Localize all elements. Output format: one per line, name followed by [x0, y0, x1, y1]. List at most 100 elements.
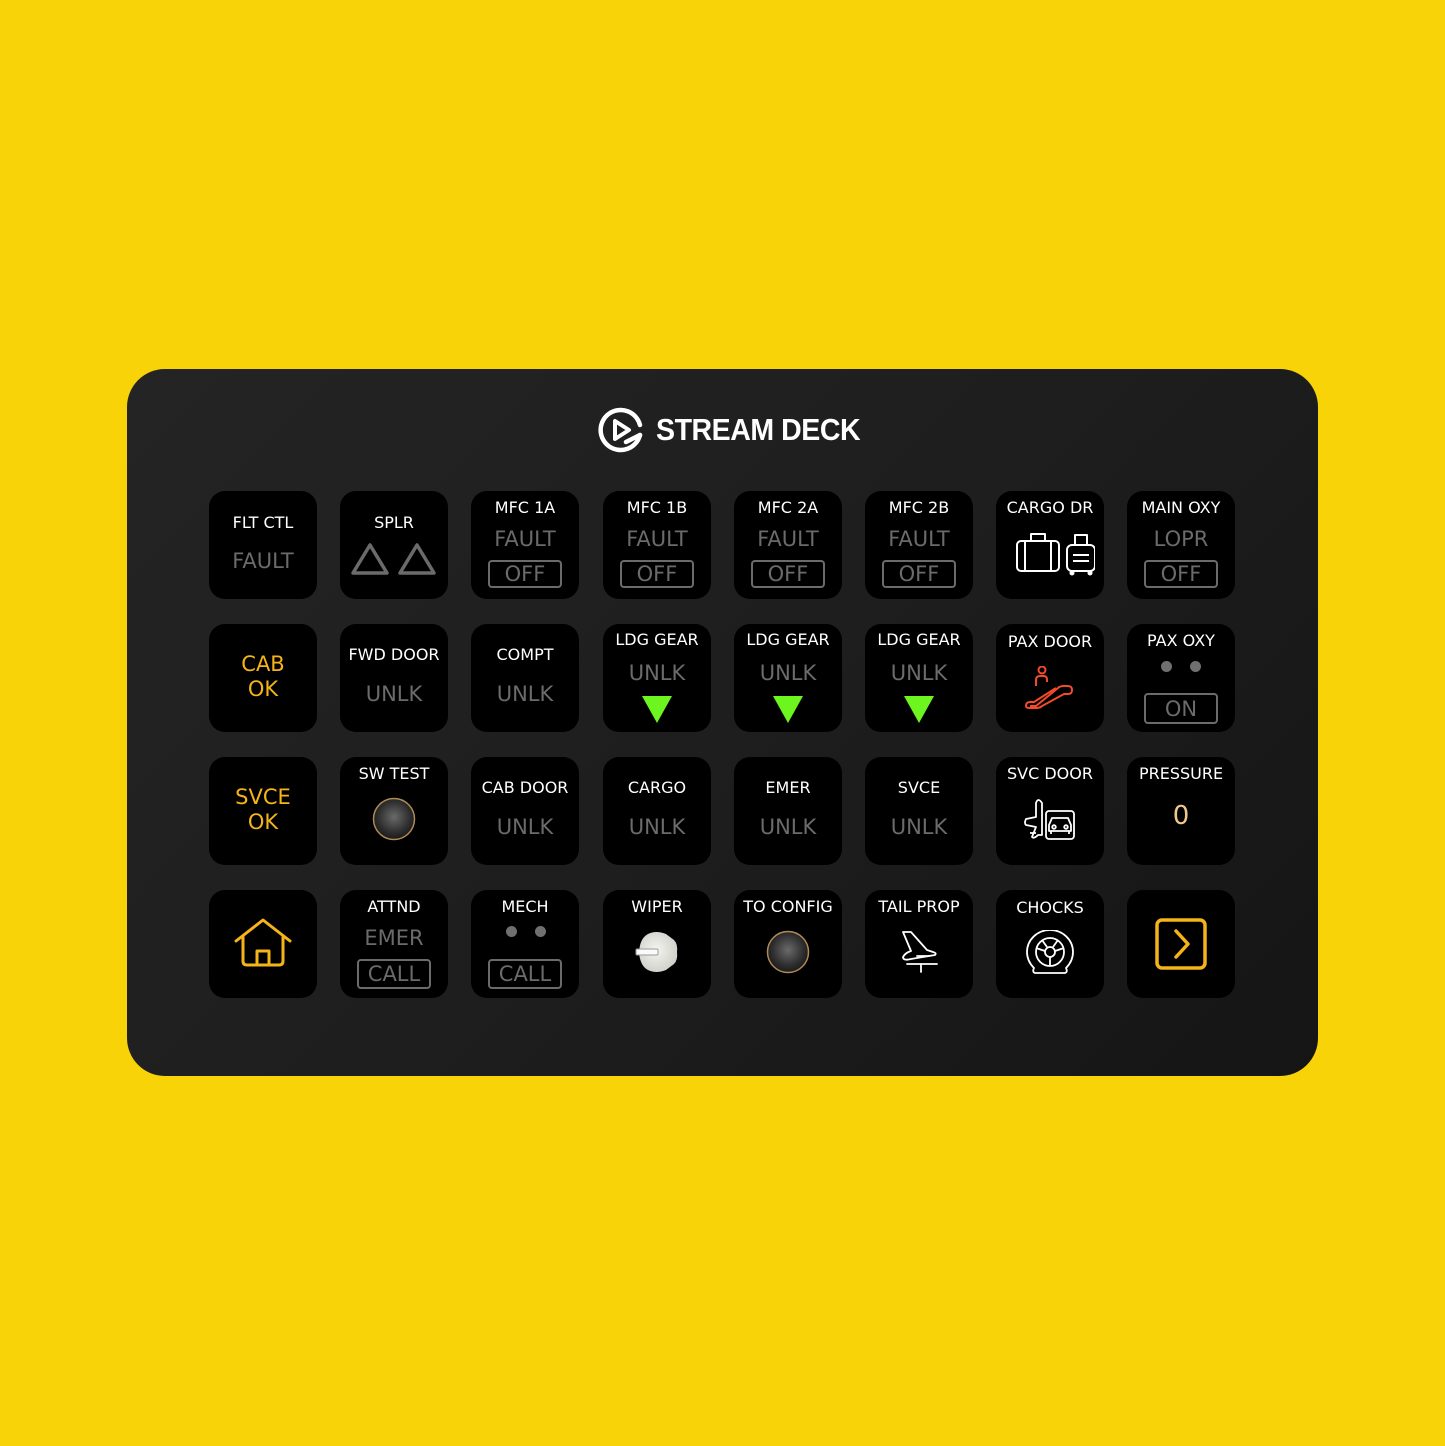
key-line1: CAB: [241, 652, 285, 676]
push-button-icon: [766, 930, 810, 974]
key-status: FAULT: [494, 527, 556, 551]
key-mfc-2a[interactable]: MFC 2A FAULT OFF: [734, 491, 842, 599]
key-title: LDG GEAR: [877, 630, 961, 649]
rotary-knob-icon: [635, 932, 678, 972]
key-mfc-2b[interactable]: MFC 2B FAULT OFF: [865, 491, 973, 599]
home-icon: [234, 918, 292, 967]
gear-down-arrow-icon: [642, 696, 672, 723]
key-title: MFC 1B: [626, 498, 688, 517]
tail-icon: [902, 931, 938, 973]
key-status: UNLK: [759, 815, 817, 839]
key-emer[interactable]: EMER UNLK: [734, 757, 842, 865]
key-title: LDG GEAR: [615, 630, 699, 649]
gear-down-arrow-icon: [773, 696, 803, 723]
key-title: COMPT: [496, 645, 554, 664]
key-svce[interactable]: SVCE UNLK: [865, 757, 973, 865]
key-title: PAX OXY: [1147, 631, 1215, 650]
key-mfc-1b[interactable]: MFC 1B FAULT OFF: [603, 491, 711, 599]
indicator-dot: [535, 926, 546, 937]
key-title: SVC DOOR: [1007, 764, 1093, 783]
key-to-config[interactable]: TO CONFIG: [734, 890, 842, 998]
key-status: UNLK: [496, 815, 554, 839]
key-status: LOPR: [1153, 527, 1209, 551]
key-wiper[interactable]: WIPER: [603, 890, 711, 998]
call-indicator: CALL: [357, 959, 431, 989]
key-mfc-1a[interactable]: MFC 1A FAULT OFF: [471, 491, 579, 599]
indicator-dot: [506, 926, 517, 937]
key-svce-ok[interactable]: SVCE OK: [209, 757, 317, 865]
key-status: FAULT: [757, 527, 819, 551]
key-title: CARGO: [627, 778, 687, 797]
key-title: LDG GEAR: [746, 630, 830, 649]
key-next-page[interactable]: [1127, 890, 1235, 998]
triangle-outline-icon: [398, 543, 436, 575]
plane-truck-icon: [1024, 799, 1075, 840]
key-ldg-gear-3[interactable]: LDG GEAR UNLK: [865, 624, 973, 732]
key-ldg-gear-1[interactable]: LDG GEAR UNLK: [603, 624, 711, 732]
key-status: UNLK: [890, 661, 948, 685]
indicator-dot: [1161, 661, 1172, 672]
spoiler-triangles: [340, 541, 448, 577]
key-svc-door[interactable]: SVC DOOR: [996, 757, 1104, 865]
key-flt-ctl[interactable]: FLT CTL FAULT: [209, 491, 317, 599]
brand-name: STREAM DECK: [656, 412, 861, 447]
key-title: TO CONFIG: [743, 897, 833, 916]
key-title: MFC 1A: [494, 498, 556, 517]
key-title: SPLR: [374, 513, 414, 532]
key-line2: OK: [247, 810, 279, 834]
key-title: CARGO DR: [1006, 498, 1094, 517]
brand-header: STREAM DECK: [596, 404, 878, 456]
wheel-chock-icon: [1026, 930, 1074, 974]
key-status: FAULT: [888, 527, 950, 551]
key-title: PAX DOOR: [1007, 632, 1093, 651]
key-title: FWD DOOR: [348, 645, 440, 664]
key-status: FAULT: [626, 527, 688, 551]
key-splr[interactable]: SPLR: [340, 491, 448, 599]
escalator-icon: [1024, 666, 1074, 709]
off-indicator: OFF: [882, 560, 956, 588]
key-title: SW TEST: [358, 764, 430, 783]
triangle-outline-icon: [351, 543, 389, 575]
key-status: EMER: [364, 926, 424, 950]
key-chocks[interactable]: CHOCKS: [996, 890, 1104, 998]
key-ldg-gear-2[interactable]: LDG GEAR UNLK: [734, 624, 842, 732]
indicator-dot: [1190, 661, 1201, 672]
key-status: UNLK: [496, 682, 554, 706]
key-main-oxy[interactable]: MAIN OXY LOPR OFF: [1127, 491, 1235, 599]
key-status: UNLK: [890, 815, 948, 839]
off-indicator: OFF: [1144, 560, 1218, 588]
key-status: UNLK: [628, 815, 686, 839]
key-title: MFC 2B: [888, 498, 950, 517]
key-title: CAB DOOR: [481, 778, 569, 797]
key-pax-door[interactable]: PAX DOOR: [996, 624, 1104, 732]
key-title: TAIL PROP: [878, 897, 960, 916]
key-sw-test[interactable]: SW TEST: [340, 757, 448, 865]
call-indicator: CALL: [488, 959, 562, 989]
key-home[interactable]: [209, 890, 317, 998]
key-fwd-door[interactable]: FWD DOOR UNLK: [340, 624, 448, 732]
pressure-value: 0: [1172, 801, 1190, 831]
key-compt[interactable]: COMPT UNLK: [471, 624, 579, 732]
key-title: ATTND: [367, 897, 421, 916]
key-attnd[interactable]: ATTND EMER CALL: [340, 890, 448, 998]
key-title: FLT CTL: [232, 513, 294, 532]
key-status: FAULT: [232, 549, 294, 573]
off-indicator: OFF: [620, 560, 694, 588]
off-indicator: OFF: [751, 560, 825, 588]
key-cab-ok[interactable]: CAB OK: [209, 624, 317, 732]
key-status: UNLK: [365, 682, 423, 706]
on-indicator: ON: [1144, 693, 1218, 724]
key-status: UNLK: [759, 661, 817, 685]
key-cargo-dr[interactable]: CARGO DR: [996, 491, 1104, 599]
key-cab-door[interactable]: CAB DOOR UNLK: [471, 757, 579, 865]
key-mech[interactable]: MECH CALL: [471, 890, 579, 998]
key-pax-oxy[interactable]: PAX OXY ON: [1127, 624, 1235, 732]
key-title: EMER: [765, 778, 811, 797]
key-tail-prop[interactable]: TAIL PROP: [865, 890, 973, 998]
key-cargo[interactable]: CARGO UNLK: [603, 757, 711, 865]
key-title: SVCE: [897, 778, 941, 797]
key-title: MFC 2A: [757, 498, 819, 517]
key-pressure[interactable]: PRESSURE 0: [1127, 757, 1235, 865]
key-line2: OK: [247, 677, 279, 701]
key-title: MAIN OXY: [1141, 498, 1221, 517]
